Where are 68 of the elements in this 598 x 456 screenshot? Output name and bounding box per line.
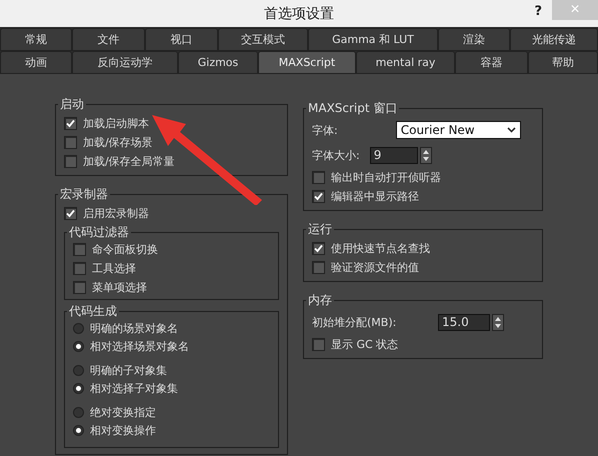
group-title: 内存 bbox=[307, 292, 333, 309]
tab[interactable]: 常规 bbox=[0, 28, 72, 51]
checkbox[interactable] bbox=[312, 260, 325, 274]
group-title: 宏录制器 bbox=[59, 186, 109, 203]
chevron-icon bbox=[506, 127, 516, 133]
checkbox[interactable] bbox=[312, 338, 325, 350]
radio-label: 相对选择子对象集 bbox=[90, 380, 178, 396]
checkbox[interactable] bbox=[312, 170, 325, 184]
font-dropdown[interactable]: Courier New bbox=[396, 121, 521, 139]
radio-button[interactable] bbox=[73, 382, 84, 394]
tab[interactable]: MAXScript bbox=[258, 51, 356, 74]
radio-label: 明确的子对象集 bbox=[90, 362, 167, 378]
checkbox[interactable] bbox=[64, 136, 77, 148]
spinner-arrows-icon[interactable] bbox=[492, 314, 504, 330]
radio-button[interactable] bbox=[73, 364, 84, 376]
checkbox-label: 启用宏录制器 bbox=[83, 206, 149, 220]
group-title: 代码生成 bbox=[68, 303, 118, 320]
checkbox-label: 加载启动脚本 bbox=[83, 116, 149, 130]
radio-label: 相对选择场景对象名 bbox=[90, 338, 189, 354]
checkbox[interactable] bbox=[73, 280, 86, 294]
radio-button[interactable] bbox=[73, 322, 84, 334]
number-field[interactable]: 9 bbox=[370, 146, 418, 164]
checkbox-label: 加载/保存全局常量 bbox=[83, 154, 175, 168]
checkbox-label: 显示 GC 状态 bbox=[331, 336, 398, 352]
window-title: 首选项设置 bbox=[264, 4, 334, 22]
radio-button[interactable] bbox=[73, 406, 84, 418]
checkbox[interactable] bbox=[312, 190, 325, 202]
checkbox-label: 输出时自动打开侦听器 bbox=[331, 170, 441, 184]
help-button[interactable]: ? bbox=[534, 4, 542, 19]
checkbox[interactable] bbox=[73, 242, 86, 256]
tab[interactable]: 帮助 bbox=[528, 51, 598, 74]
tab[interactable]: Gizmos bbox=[178, 51, 258, 74]
group-title: 运行 bbox=[307, 221, 333, 238]
spinner-arrows-icon[interactable] bbox=[420, 146, 432, 164]
number-field[interactable]: 15.0 bbox=[438, 314, 490, 330]
tab[interactable]: mental ray bbox=[356, 51, 455, 74]
field-label: 字体: bbox=[312, 122, 338, 138]
group-title: MAXScript 窗口 bbox=[307, 100, 398, 117]
tab[interactable]: 文件 bbox=[72, 28, 145, 51]
checkbox[interactable] bbox=[64, 154, 77, 168]
radio-button[interactable] bbox=[73, 340, 84, 352]
checkbox[interactable] bbox=[73, 262, 86, 274]
tab[interactable]: 视口 bbox=[145, 28, 218, 51]
tab[interactable]: 反向运动学 bbox=[72, 51, 178, 74]
group-title: 启动 bbox=[59, 96, 85, 113]
radio-label: 相对变换操作 bbox=[90, 422, 156, 438]
tab[interactable]: 交互模式 bbox=[218, 28, 308, 51]
tab[interactable]: 光能传递 bbox=[510, 28, 598, 51]
checkbox-label: 工具选择 bbox=[92, 260, 136, 276]
tab[interactable]: 渲染 bbox=[438, 28, 510, 51]
checkbox-label: 验证资源文件的值 bbox=[331, 260, 419, 274]
checkbox[interactable] bbox=[312, 242, 325, 254]
field-label: 字体大小: bbox=[312, 148, 360, 162]
checkbox[interactable] bbox=[64, 206, 77, 220]
tab[interactable]: 容器 bbox=[455, 51, 528, 74]
tab[interactable]: Gamma 和 LUT bbox=[308, 28, 438, 51]
group-title: 代码过滤器 bbox=[68, 224, 130, 241]
radio-label: 绝对变换指定 bbox=[90, 404, 156, 420]
checkbox-label: 菜单项选择 bbox=[92, 280, 147, 294]
checkbox-label: 命令面板切换 bbox=[92, 242, 158, 256]
checkbox-label: 加载/保存场景 bbox=[83, 134, 153, 150]
checkbox-label: 编辑器中显示路径 bbox=[331, 188, 419, 204]
checkbox-label: 使用快速节点名查找 bbox=[331, 240, 430, 256]
radio-button[interactable] bbox=[73, 424, 84, 436]
checkbox[interactable] bbox=[64, 116, 77, 130]
field-label: 初始堆分配(MB): bbox=[312, 314, 396, 330]
tab[interactable]: 动画 bbox=[0, 51, 72, 74]
radio-label: 明确的场景对象名 bbox=[90, 320, 178, 336]
